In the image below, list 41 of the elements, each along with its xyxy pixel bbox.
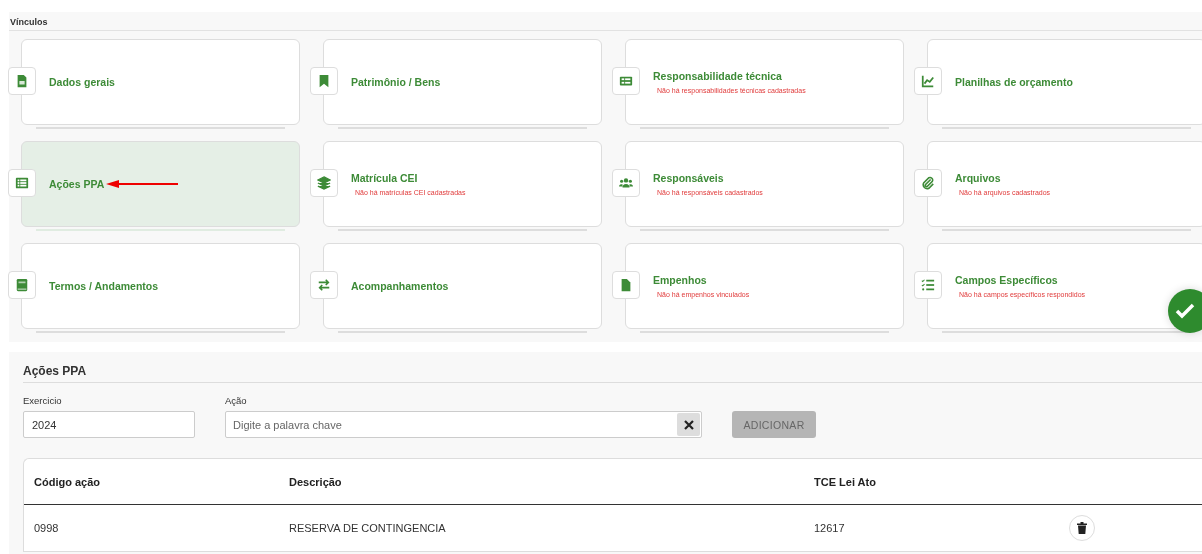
year-field[interactable]: 2024 bbox=[23, 411, 195, 438]
card-title: Responsáveis bbox=[653, 172, 724, 184]
card-title: Ações PPA bbox=[49, 178, 105, 190]
check-icon bbox=[1175, 303, 1195, 319]
chart-line-icon bbox=[921, 74, 935, 88]
section-title: Ações PPA bbox=[23, 364, 88, 380]
card-title: Patrimônio / Bens bbox=[351, 76, 441, 88]
document-icon bbox=[15, 74, 29, 88]
delete-button[interactable] bbox=[1069, 515, 1095, 541]
table-cell: 12617 bbox=[814, 522, 845, 534]
field-label: Exercicio bbox=[23, 395, 63, 406]
card-title: Acompanhamentos bbox=[351, 280, 449, 292]
card-title: Arquivos bbox=[955, 172, 1001, 184]
users-icon bbox=[619, 176, 633, 190]
book-icon bbox=[15, 278, 29, 292]
file-icon bbox=[619, 278, 633, 292]
close-icon bbox=[683, 419, 694, 430]
card-title: Campos Específicos bbox=[955, 274, 1058, 286]
card-title: Dados gerais bbox=[49, 76, 115, 88]
clear-button[interactable] bbox=[677, 413, 700, 436]
list-icon bbox=[15, 176, 29, 190]
exchange-arrows-icon bbox=[317, 278, 331, 292]
trash-icon bbox=[1077, 522, 1087, 534]
card-title: Matrícula CEI bbox=[351, 172, 418, 184]
search-field[interactable]: Digite a palavra chave bbox=[225, 411, 702, 438]
paperclip-icon bbox=[921, 176, 935, 190]
table-cell: RESERVA DE CONTINGENCIA bbox=[289, 522, 446, 534]
field-label: Ação bbox=[225, 395, 248, 406]
list-card-icon bbox=[619, 74, 633, 88]
column-header: TCE Lei Ato bbox=[814, 475, 876, 488]
card-title: Planilhas de orçamento bbox=[955, 76, 1073, 88]
column-header: Código ação bbox=[34, 475, 100, 488]
layers-icon bbox=[317, 176, 331, 190]
section-title: Vínculos bbox=[9, 17, 49, 29]
card-title: Responsabilidade técnica bbox=[653, 70, 782, 82]
bookmark-icon bbox=[317, 74, 331, 88]
card-title: Termos / Andamentos bbox=[49, 280, 159, 292]
checklist-icon bbox=[921, 278, 935, 292]
table-cell: 0998 bbox=[34, 522, 59, 534]
card-title: Empenhos bbox=[653, 274, 707, 286]
column-header: Descrição bbox=[289, 475, 342, 488]
